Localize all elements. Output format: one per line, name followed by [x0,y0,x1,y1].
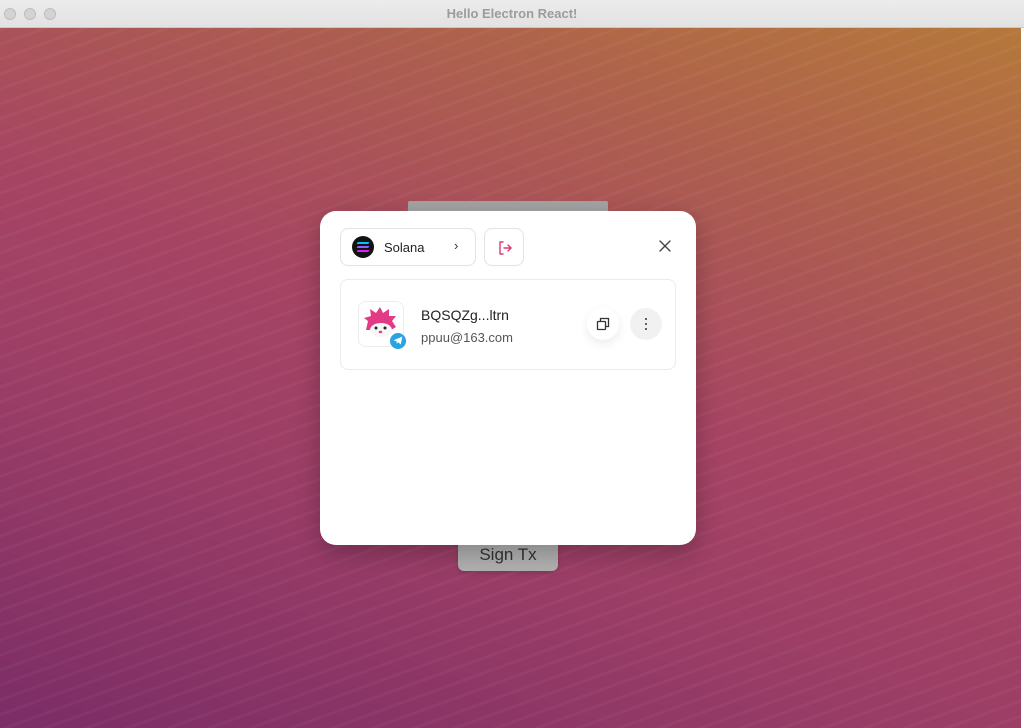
avatar [358,301,407,350]
more-options-button[interactable] [630,308,662,340]
copy-address-button[interactable] [587,308,619,340]
wallet-modal: Solana › BQSQZg...ltrn ppuu@163.com [320,211,696,545]
account-address: BQSQZg...ltrn [421,307,509,323]
title-bar: Hello Electron React! [0,0,1024,28]
logout-icon [499,241,512,255]
chain-name: Solana [384,240,425,255]
more-vertical-icon-dot [645,328,647,330]
account-card[interactable]: BQSQZg...ltrn ppuu@163.com [340,279,676,370]
chain-selector[interactable]: Solana › [340,228,476,266]
telegram-icon [393,336,402,345]
chevron-right-icon: › [454,238,459,253]
telegram-badge [389,332,407,350]
copy-icon [596,317,610,331]
app-window: Hello Electron React! Sign Tx Solana › B… [0,0,1024,728]
close-icon [659,240,671,252]
logout-button[interactable] [484,228,524,266]
more-vertical-icon [645,318,647,320]
window-title: Hello Electron React! [446,6,578,21]
close-modal-button[interactable] [654,235,676,257]
account-email: ppuu@163.com [421,330,513,345]
solana-logo-icon [352,236,374,258]
more-vertical-icon-dot [645,323,647,325]
